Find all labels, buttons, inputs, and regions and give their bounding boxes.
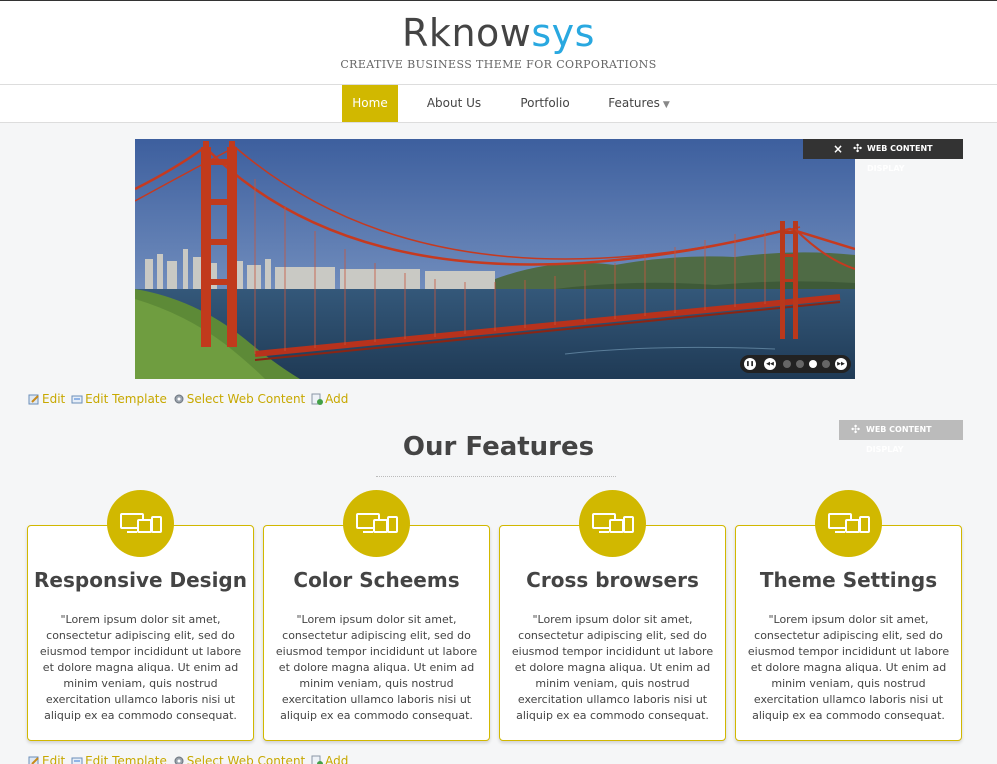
add-link[interactable]: Add <box>325 392 348 406</box>
feature-card: Cross browsers "Lorem ipsum dolor sit am… <box>499 525 726 741</box>
close-icon[interactable]: × <box>833 139 843 159</box>
site-tagline: CREATIVE BUSINESS THEME FOR CORPORATIONS <box>340 58 657 71</box>
feature-title: Cross browsers <box>526 568 699 592</box>
devices-icon <box>343 490 410 557</box>
devices-icon <box>107 490 174 557</box>
feature-card: Responsive Design "Lorem ipsum dolor sit… <box>27 525 254 741</box>
template-icon <box>71 395 83 404</box>
nav-item-label: Portfolio <box>520 96 570 110</box>
select-web-content-link[interactable]: Select Web Content <box>187 392 306 406</box>
select-web-content-link[interactable]: Select Web Content <box>187 754 306 764</box>
slide-dot[interactable] <box>783 360 791 368</box>
devices-icon <box>579 490 646 557</box>
bridge-image <box>135 139 855 379</box>
nav-item-label: Features <box>608 96 660 110</box>
move-icon[interactable]: ✣ <box>853 139 862 159</box>
dropdown-caret-icon: ▼ <box>662 100 670 110</box>
feature-card: Color Scheems "Lorem ipsum dolor sit ame… <box>263 525 490 741</box>
feature-description: "Lorem ipsum dolor sit amet, consectetur… <box>39 613 242 722</box>
portlet-header: × ✣ WEB CONTENT DISPLAY <box>803 139 963 173</box>
edit-template-link[interactable]: Edit Template <box>85 392 167 406</box>
edit-template-link[interactable]: Edit Template <box>85 754 167 764</box>
feature-description: "Lorem ipsum dolor sit amet, consectetur… <box>275 613 478 722</box>
nav-item-home[interactable]: Home <box>342 85 398 122</box>
slide-dot-active[interactable] <box>809 360 817 368</box>
template-icon <box>71 757 83 764</box>
feature-card: Theme Settings "Lorem ipsum dolor sit am… <box>735 525 962 741</box>
feature-description: "Lorem ipsum dolor sit amet, consectetur… <box>747 613 950 722</box>
logo-text-dark: Rknow <box>402 11 532 55</box>
add-link[interactable]: Add <box>325 754 348 764</box>
portlet-title: WEB CONTENT DISPLAY <box>867 144 933 173</box>
edit-link[interactable]: Edit <box>42 392 65 406</box>
add-icon <box>311 393 324 405</box>
slide-dot[interactable] <box>822 360 830 368</box>
nav-item-about-us[interactable]: About Us <box>418 85 490 122</box>
portlet-edit-controls: Edit Edit Template Select Web Content Ad… <box>28 754 350 764</box>
feature-title: Theme Settings <box>759 568 938 592</box>
feature-title: Color Scheems <box>293 568 460 592</box>
pause-icon[interactable]: ❚❚ <box>744 358 756 370</box>
previous-icon[interactable]: ◀◀ <box>764 358 776 370</box>
section-title: Our Features <box>402 432 595 462</box>
feature-title: Responsive Design <box>34 568 247 592</box>
hero-slider[interactable] <box>135 139 855 379</box>
slide-dot[interactable] <box>796 360 804 368</box>
edit-icon <box>28 394 39 405</box>
site-header: Rknowsys CREATIVE BUSINESS THEME FOR COR… <box>0 0 997 85</box>
add-icon <box>311 755 324 764</box>
nav-item-label: About Us <box>426 96 482 110</box>
devices-icon <box>815 490 882 557</box>
logo-text-blue: sys <box>531 11 595 55</box>
slider-controls: ❚❚ ◀◀ ▶▶ <box>740 355 851 373</box>
edit-icon <box>28 756 39 764</box>
nav-item-portfolio[interactable]: Portfolio <box>510 85 580 122</box>
site-logo[interactable]: Rknowsys <box>0 11 997 55</box>
portlet-edit-controls: Edit Edit Template Select Web Content Ad… <box>28 392 350 406</box>
divider <box>376 476 616 477</box>
main-navigation: Home About Us Portfolio Features ▼ <box>0 85 997 123</box>
next-icon[interactable]: ▶▶ <box>835 358 847 370</box>
nav-item-features[interactable]: Features ▼ <box>598 85 680 122</box>
feature-description: "Lorem ipsum dolor sit amet, consectetur… <box>511 613 714 722</box>
edit-link[interactable]: Edit <box>42 754 65 764</box>
gear-icon <box>174 394 184 404</box>
gear-icon <box>174 756 184 764</box>
nav-item-label: Home <box>352 96 388 110</box>
